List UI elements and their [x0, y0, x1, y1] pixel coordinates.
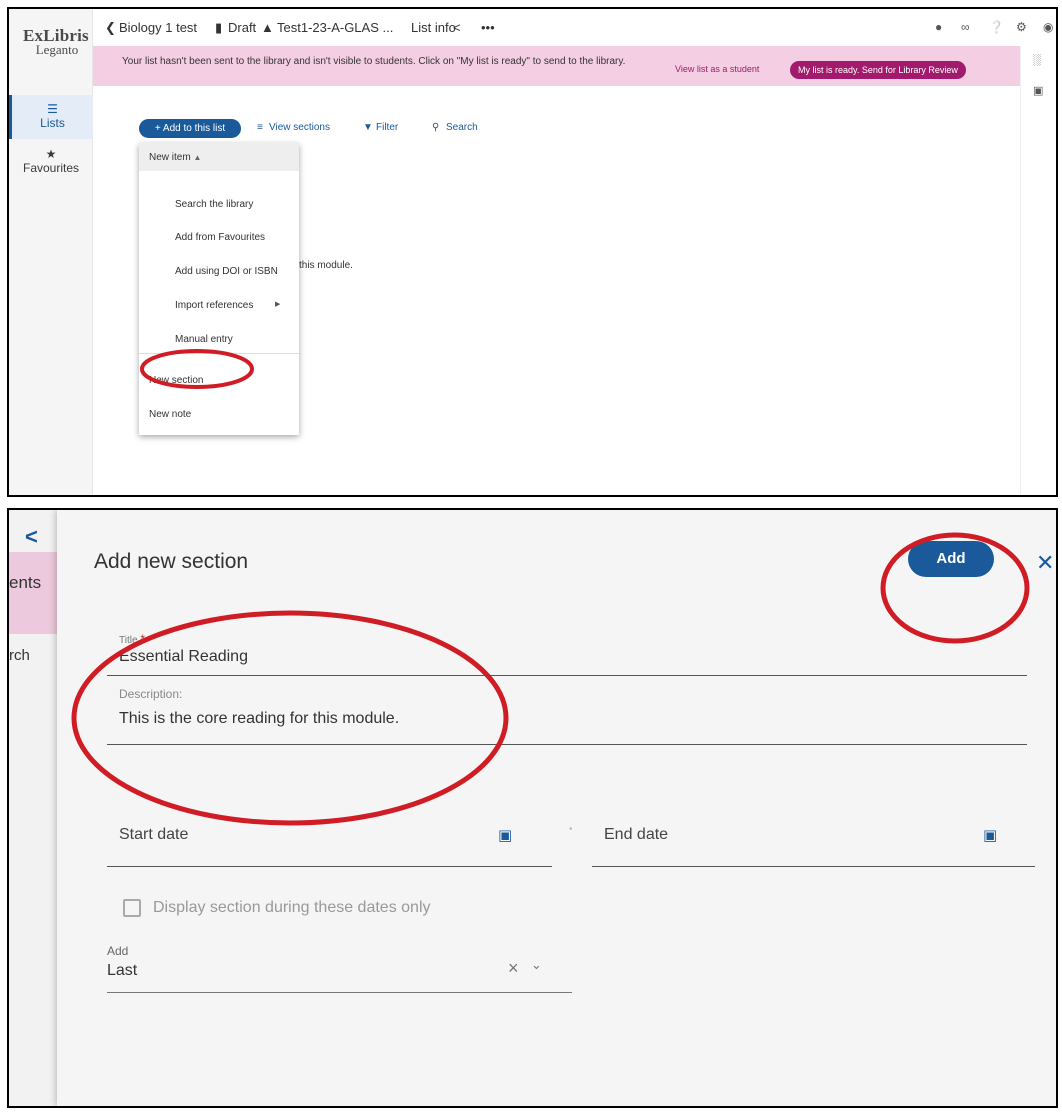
right-sidebar: ░ ▣	[1020, 46, 1056, 495]
description-field-label: Description:	[119, 687, 183, 701]
date-separator: •	[569, 824, 573, 835]
user-icon[interactable]: ●	[935, 20, 942, 34]
calendar-icon[interactable]: ▣	[498, 826, 512, 844]
menu-item-new-section[interactable]: New section	[149, 375, 203, 386]
description-field[interactable]: This is the core reading for this module…	[119, 710, 399, 728]
logo-line-1: ExLibris	[23, 26, 89, 45]
background-page-strip: < ents rch	[9, 510, 57, 1106]
menu-item[interactable]: Import references	[175, 300, 253, 311]
add-to-list-menu: New item ▲ Search the library Add from F…	[139, 143, 299, 435]
menu-item[interactable]: Add from Favourites	[175, 232, 265, 243]
display-dates-checkbox[interactable]	[123, 899, 141, 917]
share-icon[interactable]: <	[453, 20, 461, 35]
list-info-link[interactable]: List info	[411, 20, 456, 35]
not-sent-banner: Your list hasn't been sent to the librar…	[93, 46, 1020, 86]
close-icon[interactable]: ✕	[1036, 550, 1054, 576]
position-select-underline	[107, 992, 572, 993]
draft-icon: ▮	[215, 20, 223, 35]
submenu-arrow-icon: ▶	[275, 301, 281, 308]
banner-fragment	[9, 552, 57, 634]
exlibris-leganto-logo: ExLibris Leganto	[23, 26, 89, 57]
title-field-label: Title *	[119, 632, 145, 646]
add-to-list-button[interactable]: + Add to this list	[139, 119, 241, 138]
banner-fragment-text: ents	[9, 573, 42, 592]
add-button[interactable]: Add	[908, 541, 994, 577]
title-field[interactable]: Essential Reading	[119, 648, 248, 666]
end-date-underline	[592, 866, 1035, 867]
list-title: Biology 1 test	[119, 20, 198, 35]
chevron-up-icon: ▲	[193, 153, 202, 162]
view-sections-button[interactable]: View sections	[269, 122, 330, 133]
view-sections-icon: ≡	[257, 122, 263, 133]
back-chevron-icon[interactable]: ❮	[105, 20, 116, 36]
menu-divider	[139, 353, 299, 354]
position-select[interactable]: Last	[107, 962, 137, 980]
share-icon: <	[25, 524, 38, 549]
start-date-field[interactable]: Start date	[119, 826, 188, 844]
dialog-title: Add new section	[94, 550, 249, 573]
list-icon: ☰	[47, 102, 58, 116]
logo-line-2: Leganto	[35, 42, 79, 57]
menu-item[interactable]: Manual entry	[175, 334, 233, 345]
graduation-cap-icon: ▲	[261, 20, 274, 35]
course-link[interactable]: Test1-23-A-GLAS ...	[277, 20, 393, 35]
display-dates-label: Display section during these dates only	[153, 899, 431, 916]
menu-new-item-header[interactable]: New item ▲	[139, 143, 299, 171]
clear-icon[interactable]: ×	[508, 958, 519, 979]
menu-item[interactable]: Add using DOI or ISBN	[175, 266, 278, 277]
add-section-screenshot: < ents rch Add new section Add ✕ Title *…	[7, 508, 1058, 1108]
gear-icon[interactable]: ⚙	[1016, 20, 1027, 34]
start-date-underline	[107, 866, 552, 867]
description-field-underline	[107, 744, 1027, 745]
add-section-dialog: Add new section Add ✕ Title * Essential …	[57, 510, 1056, 1106]
link-icon[interactable]: ∞	[961, 20, 970, 34]
leganto-list-screenshot: ExLibris Leganto ☰ Lists ★ Favourites ❮ …	[7, 7, 1058, 497]
filter-button[interactable]: Filter	[376, 122, 398, 133]
title-label-text: Title	[119, 635, 138, 646]
view-as-student-link[interactable]: View list as a student	[675, 64, 759, 74]
menu-item[interactable]: Search the library	[175, 199, 253, 210]
title-field-underline	[107, 675, 1027, 676]
calendar-icon[interactable]: ▣	[1033, 84, 1043, 97]
required-mark: *	[140, 632, 145, 646]
nav-item-lists[interactable]: ☰ Lists	[9, 95, 93, 139]
calendar-icon[interactable]: ▣	[983, 826, 997, 844]
nav-item-favourites[interactable]: ★ Favourites	[9, 141, 93, 185]
list-ready-button[interactable]: My list is ready. Send for Library Revie…	[790, 61, 966, 79]
menu-new-item-label: New item	[149, 152, 191, 163]
menu-item-new-note[interactable]: New note	[149, 409, 191, 420]
search-fragment-text: rch	[9, 647, 30, 664]
star-icon: ★	[45, 147, 57, 161]
search-icon: ⚲	[432, 122, 440, 133]
end-date-field[interactable]: End date	[604, 826, 668, 844]
help-icon[interactable]: ❔	[989, 20, 1004, 34]
more-options-icon[interactable]: •••	[481, 20, 495, 35]
nav-item-label: Favourites	[22, 161, 80, 175]
chevron-down-icon[interactable]: ⌄	[531, 957, 542, 973]
search-button[interactable]: Search	[446, 122, 478, 133]
background-section-text: this module.	[299, 260, 353, 271]
analytics-icon[interactable]: ░	[1033, 54, 1041, 66]
notifications-icon[interactable]: ◉	[1043, 20, 1053, 34]
status-badge: Draft	[228, 20, 257, 35]
position-field-label: Add	[107, 944, 129, 958]
left-navigation: ExLibris Leganto ☰ Lists ★ Favourites	[9, 9, 93, 495]
top-bar: ❮ Biology 1 test ▮ Draft ▲ Test1-23-A-GL…	[93, 9, 1056, 43]
nav-item-label: Lists	[40, 116, 65, 130]
banner-message: Your list hasn't been sent to the librar…	[122, 56, 626, 67]
filter-icon: ▼	[363, 122, 373, 133]
